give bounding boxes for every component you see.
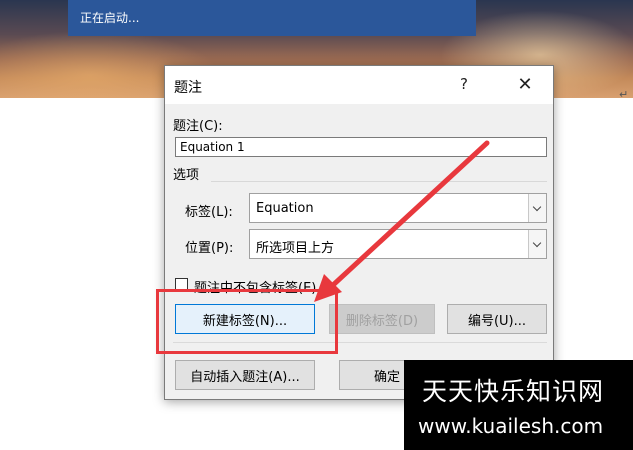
close-button[interactable]: ✕ (513, 74, 537, 96)
numbering-button[interactable]: 编号(U)... (447, 304, 547, 334)
highlight-box (156, 289, 338, 354)
caption-label: 题注(C): (173, 119, 223, 134)
delete-label-button[interactable]: 删除标签(D) (329, 304, 435, 334)
splash-status-text: 正在启动... (80, 11, 140, 25)
caption-input[interactable] (175, 137, 547, 157)
dialog-title: 题注 (174, 80, 202, 96)
dialog-titlebar: 题注 ? ✕ (165, 66, 553, 104)
options-divider (211, 181, 547, 182)
options-header: 选项 (173, 168, 200, 183)
watermark: 天天快乐知识网 www.kuailesh.com (404, 360, 633, 450)
chevron-down-icon[interactable] (528, 230, 546, 258)
label-dropdown[interactable]: Equation (249, 193, 547, 223)
position-field-label: 位置(P): (185, 241, 234, 256)
watermark-url: www.kuailesh.com (418, 414, 604, 438)
autocaption-button[interactable]: 自动插入题注(A)... (175, 360, 315, 390)
label-dropdown-value: Equation (256, 201, 314, 216)
chevron-down-icon[interactable] (528, 194, 546, 222)
position-dropdown-value: 所选项目上方 (256, 241, 335, 256)
paragraph-mark-icon: ↵ (619, 88, 629, 101)
help-button[interactable]: ? (455, 75, 473, 93)
watermark-title: 天天快乐知识网 (422, 377, 605, 406)
label-field-label: 标签(L): (185, 205, 233, 220)
position-dropdown[interactable]: 所选项目上方 (249, 229, 547, 259)
